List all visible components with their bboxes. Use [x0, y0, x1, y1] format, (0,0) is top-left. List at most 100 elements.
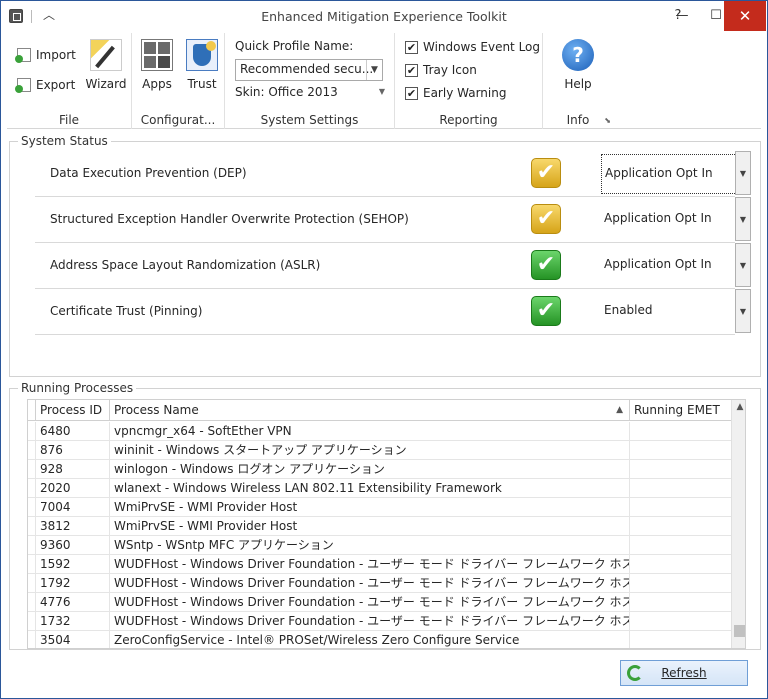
- skin-label: Skin: Office 2013: [235, 85, 338, 99]
- refresh-label: Refresh: [661, 666, 707, 680]
- configuration-group-label: Configurat...: [140, 113, 216, 127]
- ribbon-group-system-settings: Quick Profile Name: Recommended secu... …: [225, 33, 395, 129]
- process-row[interactable]: 3504 ZeroConfigService - Intel® PROSet/Wi…: [28, 631, 731, 648]
- help-label: Help: [564, 77, 592, 91]
- early-warning-label: Early Warning: [423, 86, 507, 100]
- wizard-button[interactable]: Wizard: [83, 39, 129, 91]
- column-header-running-emet[interactable]: Running EMET: [630, 400, 731, 421]
- process-row[interactable]: 876 wininit - Windows スタートアップ アプリケーション: [28, 441, 731, 460]
- column-header-process-id[interactable]: Process ID: [35, 400, 110, 421]
- close-icon[interactable]: ✕: [724, 1, 766, 31]
- running-emet-cell: [630, 631, 731, 648]
- status-dropdown-icon[interactable]: ▼: [735, 243, 751, 287]
- apps-icon: [141, 39, 173, 71]
- process-row[interactable]: 1792 WUDFHost - Windows Driver Foundation…: [28, 574, 731, 593]
- import-button[interactable]: Import: [15, 44, 76, 66]
- running-emet-cell: [630, 574, 731, 593]
- process-id-cell: 4776: [35, 593, 110, 612]
- process-name-cell: WmiPrvSE - WMI Provider Host: [110, 517, 630, 536]
- status-row: Data Execution Prevention (DEP) ✔ Applicat…: [35, 151, 751, 197]
- status-check-icon: ✔: [531, 204, 561, 234]
- process-id-cell: 3504: [35, 631, 110, 648]
- trust-label: Trust: [187, 77, 217, 91]
- ribbon-group-configuration: Apps Trust Configurat...: [132, 33, 225, 129]
- windows-event-log-label: Windows Event Log: [423, 40, 541, 54]
- skin-dropdown-icon[interactable]: ▼: [379, 87, 385, 96]
- process-name-cell: vpncmgr_x64 - SoftEther VPN: [110, 422, 630, 441]
- status-dropdown-icon[interactable]: ▼: [735, 289, 751, 333]
- trust-shield-icon: [186, 39, 218, 71]
- trust-button[interactable]: Trust: [179, 39, 225, 91]
- running-emet-cell: [630, 441, 731, 460]
- process-row[interactable]: 4776 WUDFHost - Windows Driver Foundation…: [28, 593, 731, 612]
- quick-profile-select[interactable]: Recommended secu... ▼: [235, 59, 383, 81]
- process-name-cell: WmiPrvSE - WMI Provider Host: [110, 498, 630, 517]
- status-value[interactable]: Application Opt In: [601, 154, 747, 194]
- checkbox-checked-icon[interactable]: ✔: [405, 63, 418, 77]
- apps-button[interactable]: Apps: [134, 39, 180, 91]
- process-row[interactable]: 6480 vpncmgr_x64 - SoftEther VPN: [28, 422, 731, 441]
- status-value[interactable]: Enabled: [601, 292, 747, 332]
- process-row[interactable]: 3812 WmiPrvSE - WMI Provider Host: [28, 517, 731, 536]
- scroll-thumb[interactable]: [734, 625, 745, 637]
- status-row-label: Certificate Trust (Pinning): [50, 304, 203, 318]
- checkbox-checked-icon[interactable]: ✔: [405, 86, 418, 100]
- status-value[interactable]: Application Opt In: [601, 246, 747, 286]
- process-id-cell: 1732: [35, 612, 110, 631]
- status-check-icon: ✔: [531, 296, 561, 326]
- skin-selector[interactable]: Skin: Office 2013 ▼: [235, 85, 385, 99]
- process-id-cell: 6480: [35, 422, 110, 441]
- running-processes-title: Running Processes: [18, 381, 137, 395]
- process-name-cell: wininit - Windows スタートアップ アプリケーション: [110, 441, 630, 460]
- wizard-label: Wizard: [85, 77, 127, 91]
- early-warning-checkbox[interactable]: ✔ Early Warning: [405, 84, 506, 102]
- info-group-label: Info: [566, 113, 590, 127]
- status-dropdown-icon[interactable]: ▼: [735, 197, 751, 241]
- column-header-process-name[interactable]: Process Name ▲: [110, 400, 630, 421]
- process-id-cell: 1592: [35, 555, 110, 574]
- tray-icon-checkbox[interactable]: ✔ Tray Icon: [405, 61, 477, 79]
- refresh-button[interactable]: Refresh: [620, 660, 748, 686]
- ribbon-group-file: Import Export Wizard File: [7, 33, 132, 129]
- scroll-up-icon[interactable]: ▲: [732, 402, 745, 412]
- running-emet-cell: [630, 612, 731, 631]
- file-group-label: File: [58, 113, 80, 127]
- process-row[interactable]: 7004 WmiPrvSE - WMI Provider Host: [28, 498, 731, 517]
- checkbox-checked-icon[interactable]: ✔: [405, 40, 418, 54]
- ribbon-group-info: ? Help Info ⬊: [543, 33, 613, 129]
- status-dropdown-icon[interactable]: ▼: [735, 151, 751, 195]
- help-button[interactable]: ? Help: [555, 39, 601, 91]
- chevron-down-icon[interactable]: ▼: [366, 60, 382, 80]
- process-row[interactable]: 9360 WSntp - WSntp MFC アプリケーション: [28, 536, 731, 555]
- process-name-cell: WUDFHost - Windows Driver Foundation - ユ…: [110, 574, 630, 593]
- process-id-cell: 7004: [35, 498, 110, 517]
- process-name-cell: WUDFHost - Windows Driver Foundation - ユ…: [110, 612, 630, 631]
- status-value[interactable]: Application Opt In: [601, 200, 747, 240]
- import-label: Import: [36, 48, 76, 62]
- process-id-cell: 1792: [35, 574, 110, 593]
- process-name-cell: WSntp - WSntp MFC アプリケーション: [110, 536, 630, 555]
- vertical-scrollbar[interactable]: ▲: [731, 400, 745, 648]
- emet-window: ︿ Enhanced Mitigation Experience Toolkit…: [0, 0, 768, 699]
- status-row: Structured Exception Handler Overwrite P…: [35, 197, 751, 243]
- status-row-label: Structured Exception Handler Overwrite P…: [50, 212, 409, 226]
- status-row: Address Space Layout Randomization (ASLR…: [35, 243, 751, 289]
- process-row[interactable]: 2020 wlanext - Windows Wireless LAN 802.1…: [28, 479, 731, 498]
- status-row-label: Address Space Layout Randomization (ASLR…: [50, 258, 321, 272]
- process-grid: Process ID Process Name ▲ Running EMET 6…: [27, 399, 746, 649]
- windows-event-log-checkbox[interactable]: ✔ Windows Event Log: [405, 38, 540, 56]
- ribbon: Import Export Wizard File Apps Trust Con…: [7, 33, 761, 129]
- status-row: Certificate Trust (Pinning) ✔ Enabled ▼: [35, 289, 751, 335]
- apps-label: Apps: [142, 77, 172, 91]
- title-bar: ︿ Enhanced Mitigation Experience Toolkit…: [1, 1, 767, 31]
- tray-icon-label: Tray Icon: [423, 63, 477, 77]
- minimize-icon[interactable]: —: [665, 1, 699, 31]
- status-row-label: Data Execution Prevention (DEP): [50, 166, 247, 180]
- dialog-launcher-icon[interactable]: ⬊: [604, 116, 611, 125]
- window-title: Enhanced Mitigation Experience Toolkit: [261, 9, 507, 24]
- export-button[interactable]: Export: [15, 74, 75, 96]
- process-id-cell: 2020: [35, 479, 110, 498]
- process-row[interactable]: 1592 WUDFHost - Windows Driver Foundation…: [28, 555, 731, 574]
- process-row[interactable]: 1732 WUDFHost - Windows Driver Foundation…: [28, 612, 731, 631]
- process-row[interactable]: 928 winlogon - Windows ログオン アプリケーション: [28, 460, 731, 479]
